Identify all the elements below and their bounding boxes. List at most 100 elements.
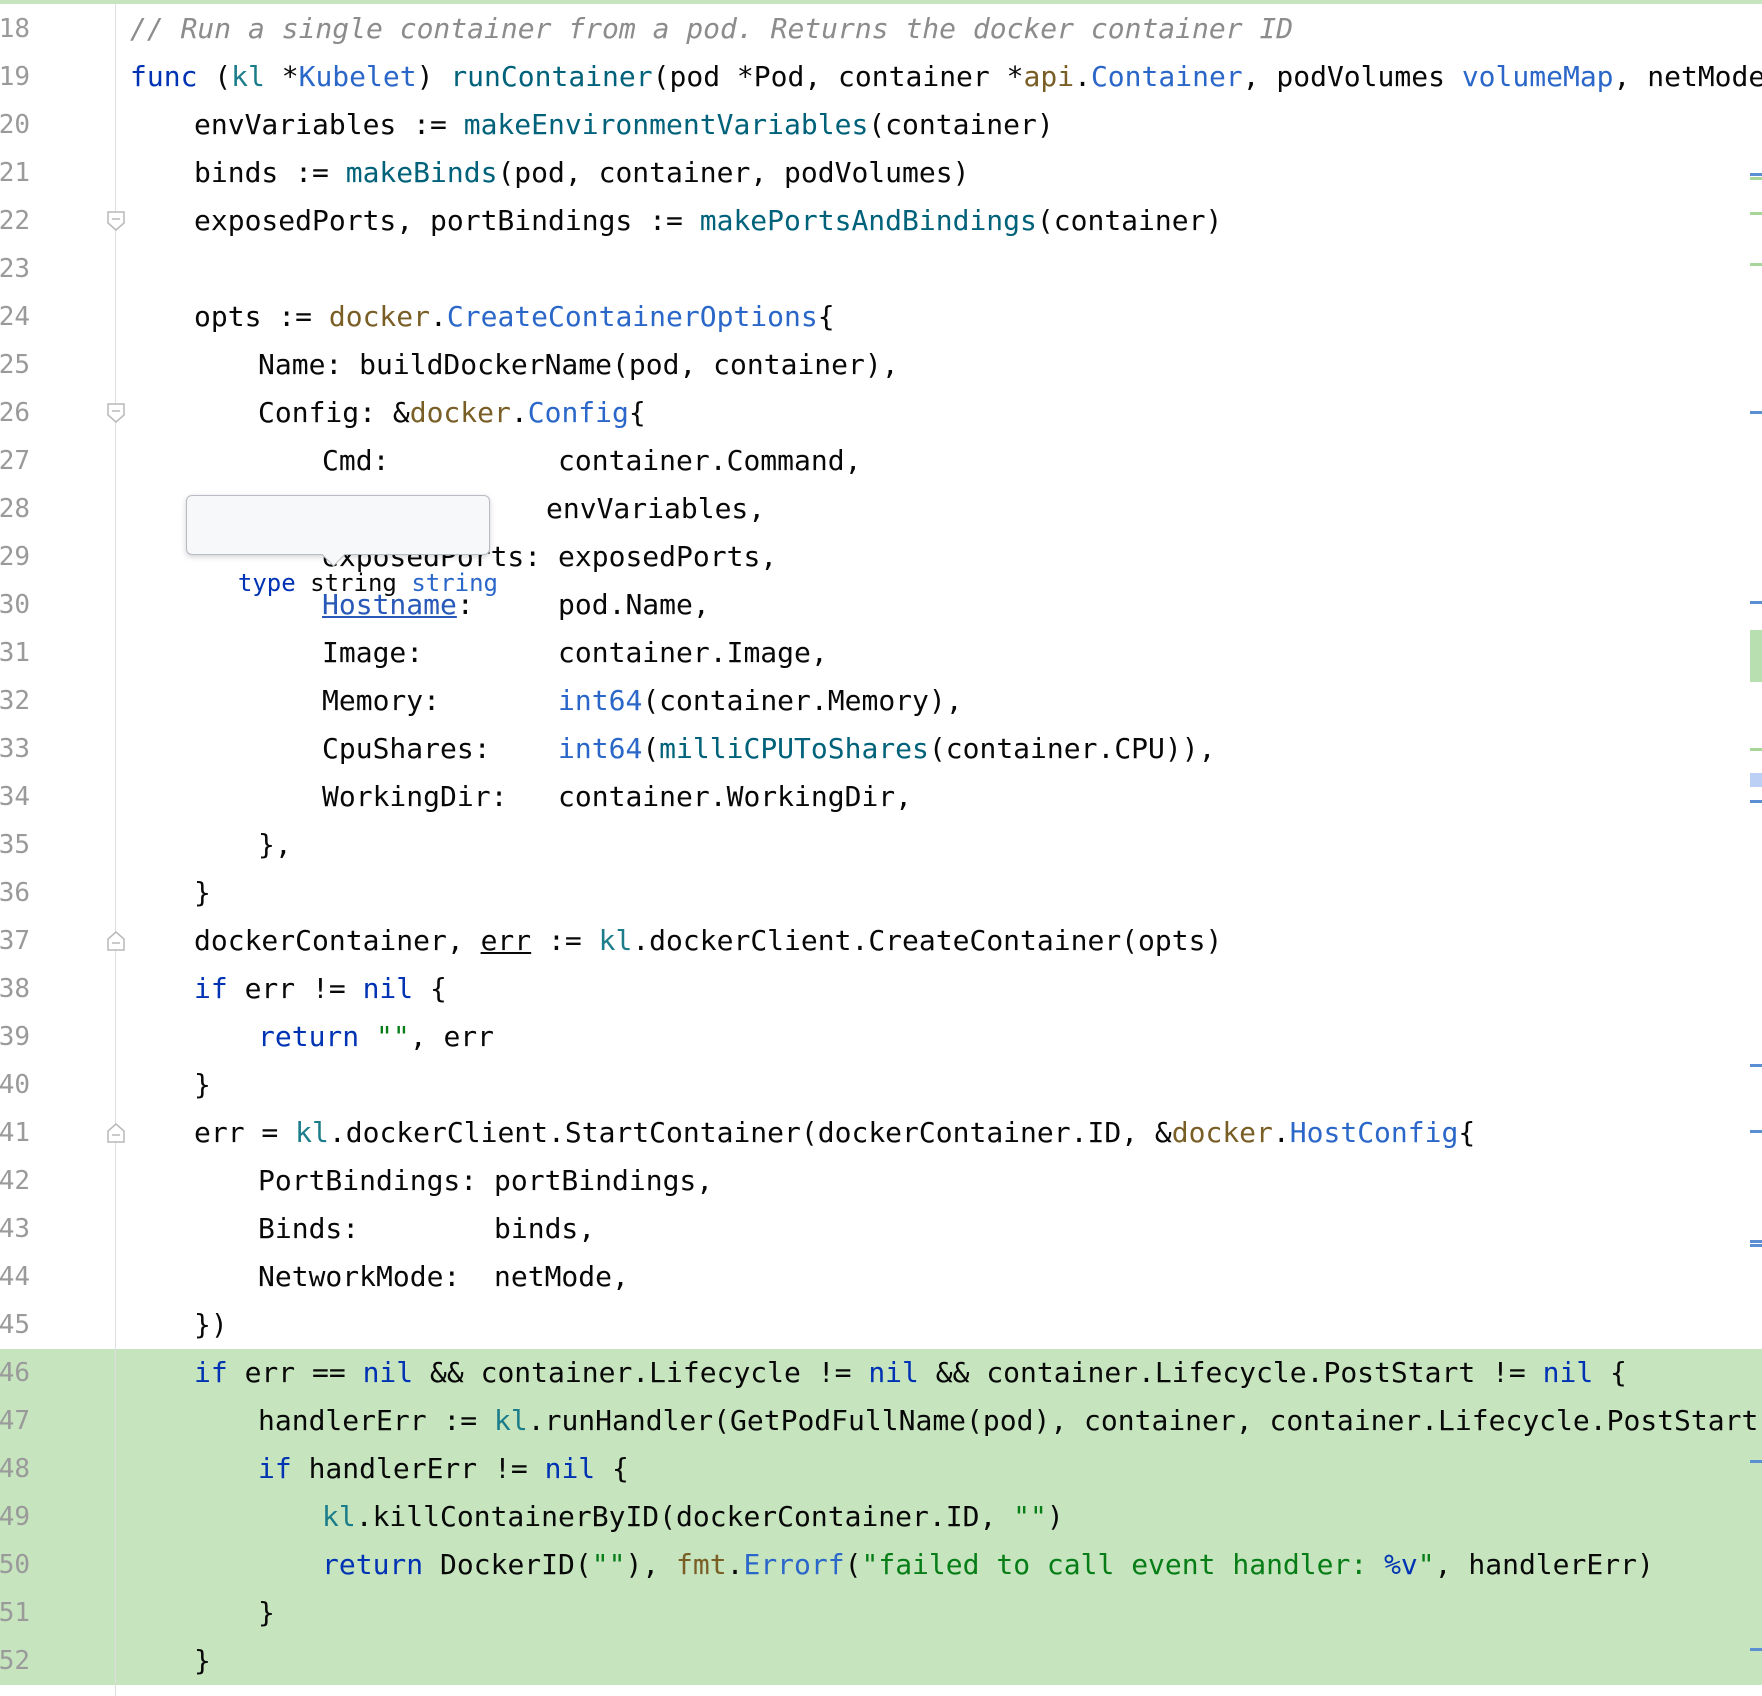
line-number: 28 (0, 494, 30, 524)
line-number: 22 (0, 206, 30, 236)
line-number: 33 (0, 734, 30, 764)
code-line-50: 50 return DockerID(""), fmt.Errorf("fail… (0, 1541, 1762, 1589)
change-marker[interactable] (1750, 177, 1762, 180)
change-marker[interactable] (1750, 630, 1762, 682)
line-number: 45 (0, 1310, 30, 1340)
code-line-35: 35 }, (0, 821, 1762, 869)
string-literal: "" (376, 1020, 410, 1053)
change-marker[interactable] (1750, 1130, 1762, 1133)
function-name: makeBinds (345, 156, 498, 189)
change-marker[interactable] (1750, 263, 1762, 266)
type-name: Container (1090, 60, 1243, 93)
keyword: func (130, 60, 198, 93)
function-name: Errorf (743, 1548, 845, 1581)
code-line-45: 45 }) (0, 1301, 1762, 1349)
change-marker[interactable] (1750, 800, 1762, 803)
change-marker[interactable] (1750, 1240, 1762, 1243)
line-number: 48 (0, 1454, 30, 1484)
format-verb: %v (1384, 1548, 1418, 1581)
change-marker[interactable] (1750, 411, 1762, 414)
code-line-27: 27 Cmd: container.Command, (0, 437, 1762, 485)
fold-start-icon[interactable] (107, 211, 125, 231)
code-line-46: 46 if err == nil && container.Lifecycle … (0, 1349, 1762, 1397)
code-line-19: 19 func (kl *Kubelet) runContainer(pod *… (0, 53, 1762, 101)
string-literal: "failed to call event handler: (861, 1548, 1385, 1581)
fold-end-icon[interactable] (107, 931, 125, 951)
receiver: kl (231, 60, 265, 93)
receiver: kl (494, 1404, 528, 1437)
line-number: 52 (0, 1646, 30, 1676)
keyword: nil (362, 972, 414, 1005)
string-literal: " (1417, 1548, 1435, 1581)
tooltip-underlying-type: string (411, 569, 499, 597)
line-number: 20 (0, 110, 30, 140)
change-marker[interactable] (1750, 1648, 1762, 1651)
type-info-tooltip: type string string (186, 495, 498, 597)
line-number: 51 (0, 1598, 30, 1628)
code-line-24: 24 opts := docker.CreateContainerOptions… (0, 293, 1762, 341)
code-line-20: 20 envVariables := makeEnvironmentVariab… (0, 101, 1762, 149)
receiver: kl (322, 1500, 356, 1533)
change-marker[interactable] (1750, 748, 1762, 751)
line-number: 34 (0, 782, 30, 812)
fold-start-icon[interactable] (107, 403, 125, 423)
change-marker[interactable] (1750, 1460, 1762, 1463)
code-line-39: 39 return "", err (0, 1013, 1762, 1061)
line-number: 29 (0, 542, 30, 572)
line-number: 39 (0, 1022, 30, 1052)
string-literal: "" (591, 1548, 626, 1581)
keyword: return (258, 1020, 360, 1053)
line-number: 38 (0, 974, 30, 1004)
type-name: int64 (558, 732, 643, 765)
type-name: Kubelet (298, 60, 417, 93)
line-number: 19 (0, 62, 30, 92)
line-number: 18 (0, 14, 30, 44)
code-line-23: 23 (0, 245, 1762, 293)
line-number: 31 (0, 638, 30, 668)
keyword: nil (1542, 1356, 1594, 1389)
line-number: 25 (0, 350, 30, 380)
code-line-18: 18 // Run a single container from a pod.… (0, 5, 1762, 53)
code-line-34: 34 WorkingDir: container.WorkingDir, (0, 773, 1762, 821)
change-marker[interactable] (1750, 1244, 1762, 1247)
change-marker[interactable] (1750, 173, 1762, 176)
type-name: int64 (558, 684, 643, 717)
code-line-43: 43 Binds: binds, (0, 1205, 1762, 1253)
code-line-47: 47 handlerErr := kl.runHandler(GetPodFul… (0, 1397, 1762, 1445)
line-number: 21 (0, 158, 30, 188)
keyword: if (194, 972, 228, 1005)
keyword: return (322, 1548, 424, 1581)
line-number: 46 (0, 1358, 30, 1388)
change-marker[interactable] (1750, 601, 1762, 604)
line-number: 30 (0, 590, 30, 620)
code-line-52: 52 } (0, 1637, 1762, 1685)
code-line-49: 49 kl.killContainerByID(dockerContainer.… (0, 1493, 1762, 1541)
line-number: 35 (0, 830, 30, 860)
type-name: volumeMap (1461, 60, 1614, 93)
code-line-44: 44 NetworkMode: netMode, (0, 1253, 1762, 1301)
scrollbar-change-markers[interactable] (1750, 0, 1762, 1696)
line-number: 42 (0, 1166, 30, 1196)
line-number: 47 (0, 1406, 30, 1436)
fold-end-icon[interactable] (107, 1123, 125, 1143)
type-name: Config (527, 396, 629, 429)
type-name: CreateContainerOptions (446, 300, 818, 333)
receiver: kl (295, 1116, 329, 1149)
keyword: nil (362, 1356, 414, 1389)
line-number: 49 (0, 1502, 30, 1532)
line-number: 36 (0, 878, 30, 908)
line-number: 40 (0, 1070, 30, 1100)
change-marker[interactable] (1750, 1064, 1762, 1067)
package-name: fmt (676, 1548, 727, 1581)
code-line-26: 26 Config: &docker.Config{ (0, 389, 1762, 437)
selection-marker[interactable] (1750, 773, 1762, 787)
line-number: 23 (0, 254, 30, 284)
code-line-25: 25 Name: buildDockerName(pod, container)… (0, 341, 1762, 389)
package-name: docker (409, 396, 511, 429)
change-marker[interactable] (1750, 212, 1762, 215)
package-name: api (1023, 60, 1075, 93)
function-name: runContainer (450, 60, 653, 93)
keyword: nil (868, 1356, 919, 1389)
code-line-37: 37 dockerContainer, err := kl.dockerClie… (0, 917, 1762, 965)
diff-top-bar (0, 0, 1762, 4)
